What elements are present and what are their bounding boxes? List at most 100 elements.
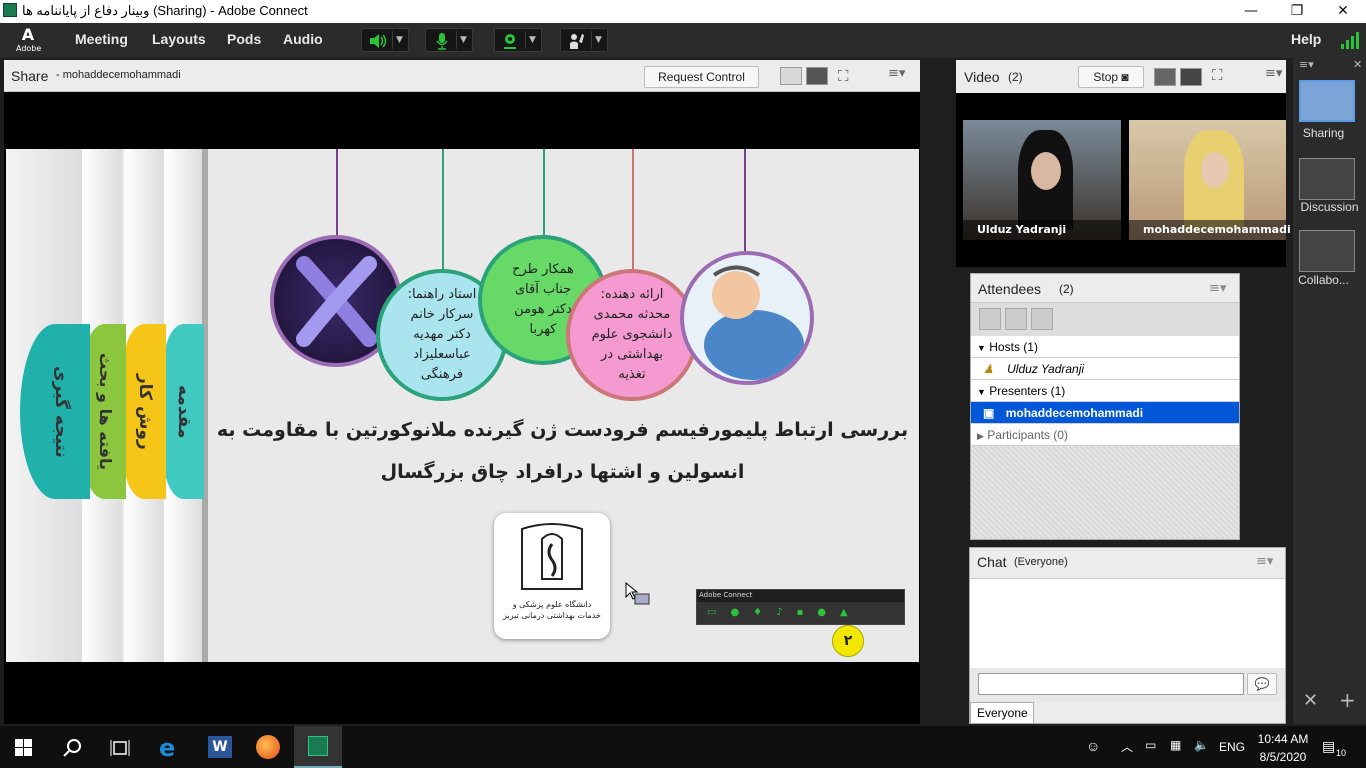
fullscreen-icon[interactable]: ⛶	[838, 67, 856, 85]
layout-sharing[interactable]	[1299, 80, 1355, 122]
attendees-empty-area	[971, 446, 1239, 539]
hosts-group-label: Hosts (1)	[989, 340, 1038, 354]
layout-sharing-label: Sharing	[1302, 126, 1345, 140]
attendees-toolbar	[971, 302, 1239, 336]
clock-time[interactable]: 10:44 AM	[1255, 732, 1311, 746]
layouts-menu-icon[interactable]: ≡▾	[1299, 58, 1314, 71]
video-pod-title: Video	[964, 69, 1000, 85]
participants-group-header[interactable]: ▶ Participants (0)	[971, 424, 1239, 446]
camera-icon: ◙	[1121, 70, 1129, 84]
task-view-button[interactable]	[96, 726, 144, 768]
cartoon-image	[680, 251, 814, 385]
clock-date[interactable]: 8/5/2020	[1255, 750, 1311, 764]
windows-taskbar: e W ☺ ︿ ▭ ▦ 🔈 ENG 10:44 AM 8/5/2020 ▤ 10	[0, 726, 1366, 768]
network-icon[interactable]: ▦	[1170, 738, 1181, 752]
university-caption: دانشگاه علوم پزشکی و خدمات بهداشتی درمان…	[503, 600, 601, 620]
taskbar-adobe-connect[interactable]	[294, 726, 342, 768]
hosts-group-header[interactable]: ▼ Hosts (1)	[971, 336, 1239, 358]
host-user-icon: ♟	[983, 362, 994, 376]
microphone-toggle[interactable]: ▼	[425, 28, 473, 52]
window-title: وبینار دفاع از پایاننامه ها (Sharing) - …	[22, 3, 308, 18]
battery-icon[interactable]: ▭	[1145, 738, 1156, 752]
chevron-down-icon[interactable]: ▼	[591, 31, 605, 49]
pod-options-icon[interactable]: ≡▾	[888, 66, 905, 81]
pod-options-icon[interactable]: ≡▾	[1256, 554, 1273, 569]
chevron-down-icon[interactable]: ▼	[456, 31, 470, 49]
taskbar-word[interactable]: W	[196, 726, 244, 768]
restore-button[interactable]: ❐	[1274, 0, 1320, 23]
embedded-connect-bar: Adobe Connect ▭●♦♪▪●▲	[696, 589, 905, 625]
menu-meeting[interactable]: Meeting	[75, 31, 128, 47]
menu-pods[interactable]: Pods	[227, 31, 261, 47]
tab-method-label: روش کار	[135, 373, 155, 450]
chat-input[interactable]	[978, 673, 1244, 695]
presentation-slide: مقدمه روش کار یافته ها و بحث نتیجه گیری …	[6, 149, 919, 662]
attendees-pod: Attendees (2) ≡▾ ▼ Hosts (1) ♟ Ulduz Yad…	[970, 273, 1240, 540]
search-button[interactable]	[48, 726, 96, 768]
presenter-row[interactable]: ▣ mohaddecemohammadi	[971, 402, 1239, 424]
adobe-logo: A Adobe	[16, 26, 41, 56]
layout-discussion-label: Discussion	[1300, 200, 1359, 214]
raise-hand-toggle[interactable]: ▼	[560, 28, 608, 52]
grid-view-icon[interactable]	[1154, 68, 1176, 86]
slide-tab-stack: مقدمه روش کار یافته ها و بحث نتیجه گیری	[6, 149, 208, 662]
language-indicator[interactable]: ENG	[1219, 740, 1245, 754]
fullscreen-icon[interactable]: ⛶	[1212, 66, 1223, 84]
slide-title-line-1: بررسی ارتباط پلیمورفیسم فرودست ژن گیرنده…	[216, 419, 909, 441]
webcam-toggle[interactable]: ▼	[494, 28, 542, 52]
actual-size-icon[interactable]	[806, 67, 828, 85]
request-control-button[interactable]: Request Control	[644, 66, 759, 88]
stop-camera-button[interactable]: Stop ◙	[1078, 66, 1144, 88]
chevron-up-icon[interactable]: ︿	[1121, 738, 1133, 755]
breakout-icon[interactable]	[1005, 308, 1027, 330]
menu-layouts[interactable]: Layouts	[152, 31, 206, 47]
close-button[interactable]: ✕	[1320, 0, 1366, 23]
menu-bar: A Adobe Meeting Layouts Pods Audio ▼ ▼ ▼…	[0, 23, 1366, 58]
chat-scope: (Everyone)	[1014, 556, 1068, 568]
status-view-icon[interactable]	[1031, 308, 1053, 330]
volume-icon[interactable]: 🔈	[1194, 738, 1209, 752]
chevron-down-icon[interactable]: ▼	[392, 31, 406, 49]
mouse-cursor-icon	[625, 582, 650, 605]
pod-options-icon[interactable]: ≡▾	[1265, 66, 1282, 81]
close-icon[interactable]: ✕	[1353, 58, 1362, 71]
presenter-name: mohaddecemohammadi	[1005, 406, 1144, 420]
minimize-button[interactable]: —	[1228, 0, 1274, 23]
presenters-group-header[interactable]: ▼ Presenters (1)	[971, 380, 1239, 402]
video-feed-1-name: Ulduz Yadranji	[963, 220, 1121, 240]
page-number-badge: ۲	[832, 625, 864, 657]
microphone-icon	[436, 33, 448, 50]
add-layout-icon[interactable]: +	[1339, 688, 1356, 712]
video-feed-1[interactable]: Ulduz Yadranji	[963, 120, 1121, 240]
layout-sharing-thumb	[1299, 80, 1355, 122]
chevron-down-icon[interactable]: ▼	[525, 31, 539, 49]
help-menu[interactable]: Help	[1291, 31, 1321, 47]
list-view-icon[interactable]	[979, 308, 1001, 330]
layout-collaboration[interactable]	[1299, 230, 1355, 272]
webcam-icon	[504, 34, 516, 49]
expand-icon: ▼	[977, 387, 986, 397]
video-feed-2[interactable]: mohaddecemohammadi	[1129, 120, 1291, 240]
filmstrip-view-icon[interactable]	[1180, 68, 1202, 86]
taskbar-firefox[interactable]	[244, 726, 292, 768]
host-row[interactable]: ♟ Ulduz Yadranji	[971, 358, 1239, 380]
start-button[interactable]	[0, 726, 48, 768]
chat-input-area: 💬	[970, 668, 1285, 702]
chat-messages	[970, 578, 1285, 668]
share-presenter-name: - mohaddecemohammadi	[56, 69, 181, 81]
tools-icon[interactable]: ✕	[1303, 690, 1318, 711]
window-title-bar: وبینار دفاع از پایاننامه ها (Sharing) - …	[0, 0, 1366, 23]
windows-logo-icon	[15, 739, 32, 756]
fit-width-icon[interactable]	[780, 67, 802, 85]
speaker-toggle[interactable]: ▼	[361, 28, 409, 52]
chat-tab-everyone[interactable]: Everyone	[970, 702, 1034, 724]
send-message-button[interactable]: 💬	[1247, 673, 1277, 695]
people-icon[interactable]: ☺	[1086, 738, 1100, 754]
layout-discussion[interactable]	[1299, 158, 1355, 200]
menu-audio[interactable]: Audio	[283, 31, 323, 47]
notification-icon[interactable]: ▤	[1322, 738, 1335, 755]
taskbar-edge[interactable]: e	[146, 726, 194, 768]
pod-options-icon[interactable]: ≡▾	[1209, 281, 1226, 296]
embedded-connect-title: Adobe Connect	[699, 591, 753, 599]
layout-collaboration-thumb	[1299, 230, 1355, 272]
